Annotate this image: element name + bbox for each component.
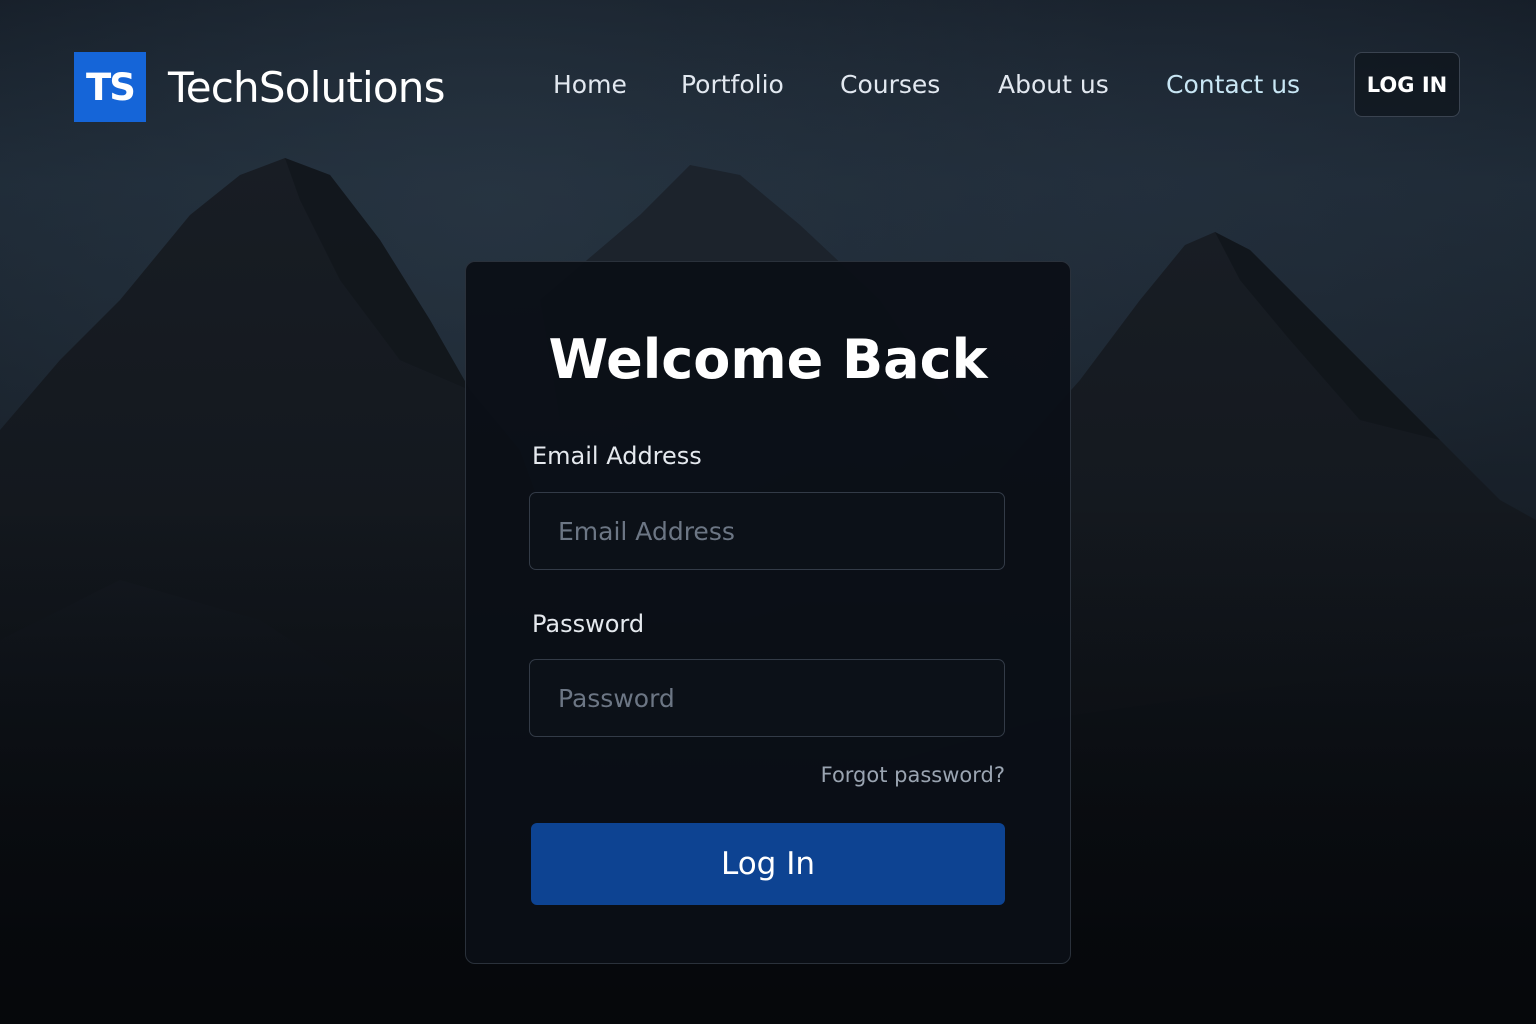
forgot-password-link[interactable]: Forgot password? [821, 763, 1005, 787]
password-input[interactable] [529, 659, 1005, 737]
nav-link-portfolio[interactable]: Portfolio [681, 70, 784, 99]
header-login-button[interactable]: LOG IN [1354, 52, 1460, 117]
password-label: Password [532, 610, 645, 638]
brand-logo[interactable]: TS TechSolutions [74, 52, 445, 122]
nav-link-courses[interactable]: Courses [840, 70, 940, 99]
login-title: Welcome Back [548, 328, 988, 391]
login-page: TS TechSolutions Home Portfolio Courses … [0, 0, 1536, 1024]
brand-name: TechSolutions [168, 62, 445, 112]
logo-mark: TS [74, 52, 146, 122]
nav-link-home[interactable]: Home [553, 70, 627, 99]
email-input[interactable] [529, 492, 1005, 570]
nav-link-about-us[interactable]: About us [998, 70, 1109, 99]
email-label: Email Address [532, 442, 702, 470]
login-submit-button[interactable]: Log In [531, 823, 1005, 905]
nav-link-contact-us[interactable]: Contact us [1166, 70, 1300, 99]
